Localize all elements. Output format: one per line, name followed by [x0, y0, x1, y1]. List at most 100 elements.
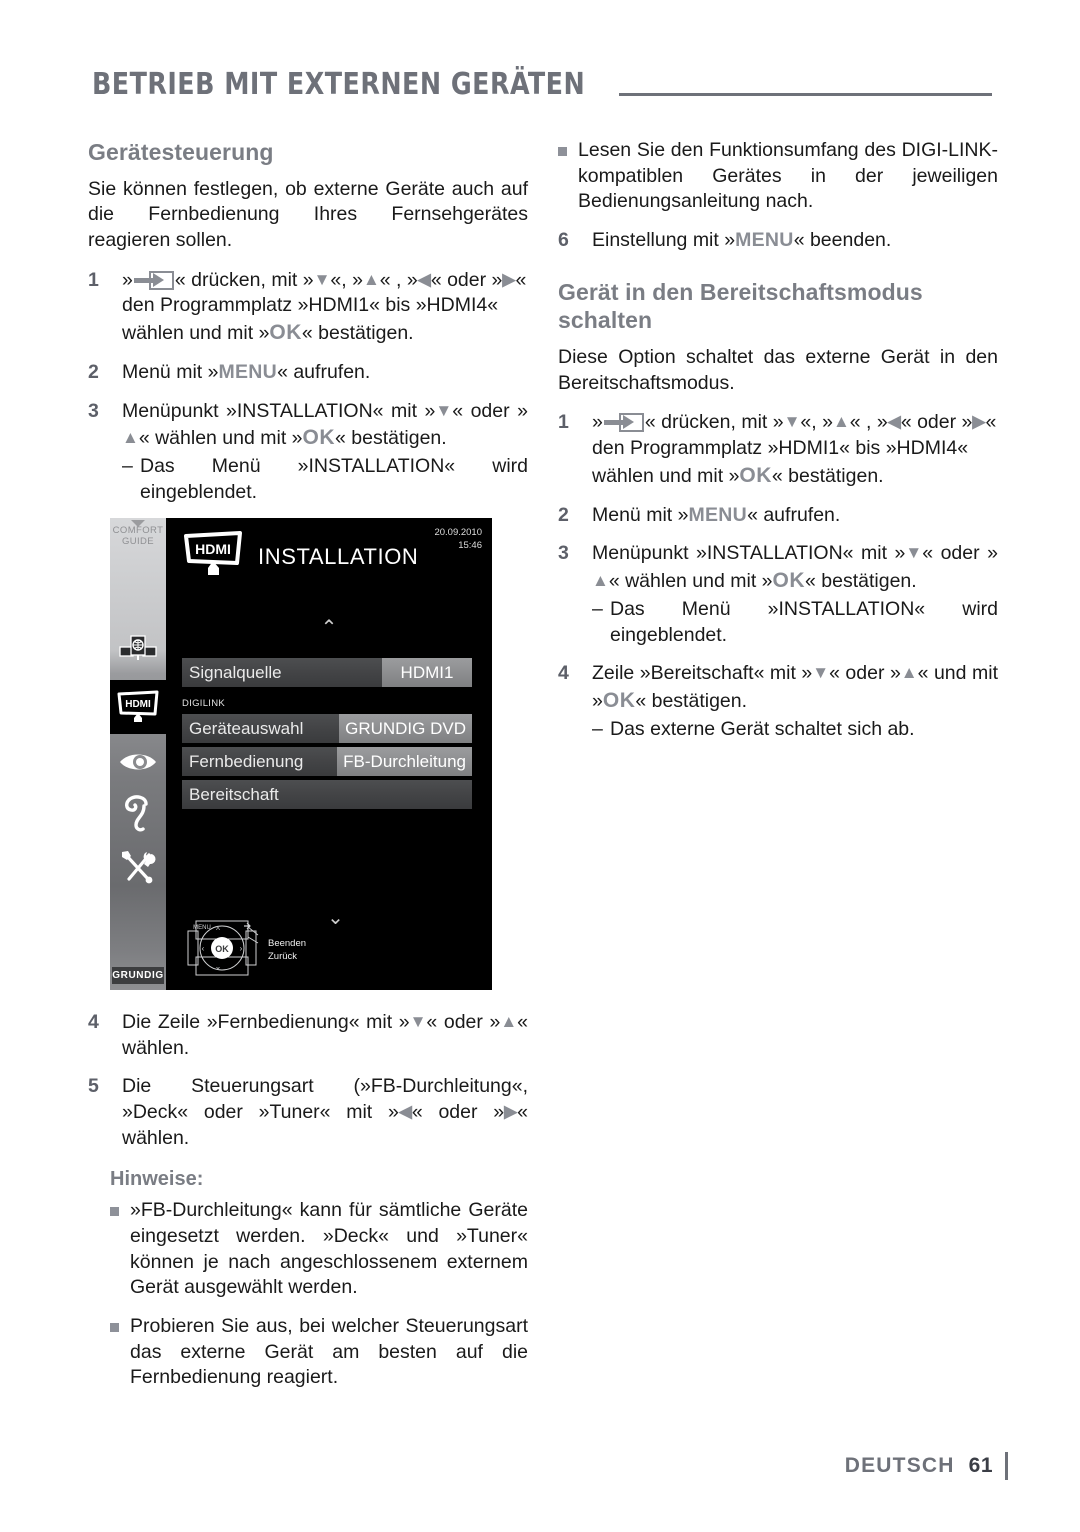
step-body: Die Zeile »Fernbedienung« mit »▼« oder »…: [122, 1010, 528, 1061]
step-text: Zeile »Bereitschaft« mit »: [592, 662, 813, 685]
page-header: BETRIEB MIT EXTERNEN GERÄTEN: [92, 52, 992, 102]
tv-menu-screenshot: COMFORT GUIDE HDMI GRUNDIG 20.09.2010 15…: [110, 518, 492, 990]
step-line2: den Programmplatz »HDMI1« bis »HDMI4«: [592, 437, 969, 460]
step-4: 4 Die Zeile »Fernbedienung« mit »▼« oder…: [88, 1010, 528, 1061]
left-column: Gerätesteuerung Sie können festlegen, ob…: [88, 138, 528, 519]
chevron-up-icon: ▲: [500, 1012, 518, 1031]
chapter-title: BETRIEB MIT EXTERNEN GERÄTEN: [92, 67, 586, 102]
chevron-up-icon: ▲: [122, 428, 139, 448]
bullet-square-icon: [110, 1314, 130, 1391]
tv-menu-title-row: HDMI INSTALLATION: [182, 530, 418, 583]
chevron-right-icon: ▶: [504, 1102, 518, 1122]
step-5: 5 Die Steuerungsart (»FB-Durchleitung«, …: [88, 1074, 528, 1151]
source-network-icon[interactable]: [110, 626, 166, 672]
step-number: 6: [558, 229, 569, 252]
comfort-guide-line1: COMFORT: [112, 525, 164, 536]
dash-marker: –: [592, 597, 603, 620]
step-body: Einstellung mit »MENU« beenden.: [592, 228, 998, 254]
tv-row-label: Bereitschaft: [182, 780, 472, 809]
step-3: 3 Menüpunkt »INSTALLATION« mit »▼« oder …: [88, 399, 528, 506]
step-text: Menü mit »: [592, 503, 689, 526]
step-number: 5: [88, 1075, 99, 1098]
grundig-logo: GRUNDIG: [112, 967, 164, 984]
chevron-down-icon: ▼: [905, 543, 923, 563]
left-column-continued: 4 Die Zeile »Fernbedienung« mit »▼« oder…: [88, 1010, 528, 1404]
step-4: 4 Zeile »Bereitschaft« mit »▼« oder »▲« …: [558, 661, 998, 742]
source-icon: [603, 413, 644, 433]
note-text: »FB-Durchleitung« kann für sämtliche Ger…: [130, 1199, 528, 1299]
svg-text:HDMI: HDMI: [125, 699, 151, 710]
step-number: 4: [88, 1011, 99, 1033]
step-line3: wählen und mit »OK« bestätigen.: [592, 462, 998, 490]
step-sub-item: – Das Menü »INSTALLATION« wird eingeblen…: [122, 454, 528, 505]
tv-date: 20.09.2010: [434, 527, 482, 538]
step-text: « bestätigen.: [635, 690, 748, 713]
tools-icon[interactable]: [110, 844, 166, 890]
section-heading-bereitschaftsmodus: Gerät in den Bereitschaftsmodus schalten: [558, 278, 923, 334]
chevron-right-icon: ▶: [972, 412, 986, 432]
notes-heading: Hinweise:: [110, 1167, 204, 1190]
note-text: Lesen Sie den Funktionsumfang des DIGI-L…: [578, 139, 998, 213]
svg-text:MENU: MENU: [193, 925, 211, 931]
tv-nav-hint-labels: Beenden Zurück: [268, 938, 306, 964]
step-body: Die Steuerungsart (»FB-Durchleitung«, »D…: [122, 1074, 528, 1151]
step-text: wählen und mit »: [122, 322, 270, 345]
sub-item-text: Das externe Gerät schaltet sich ab.: [610, 717, 915, 740]
step-text: Menüpunkt »INSTALLATION« mit »: [592, 542, 906, 565]
step-line3: wählen und mit »OK« bestätigen.: [122, 319, 528, 347]
step-6: 6 Einstellung mit »MENU« beenden.: [558, 228, 998, 254]
note-item: »FB-Durchleitung« kann für sämtliche Ger…: [110, 1198, 528, 1301]
step-text: «: [985, 411, 997, 434]
step-text: «: [515, 268, 527, 291]
step-text: « oder »: [430, 268, 503, 291]
tv-row-value: HDMI1: [382, 658, 472, 687]
step-text: Die Zeile »Fernbedienung« mit »: [122, 1011, 410, 1033]
step-body: Menüpunkt »INSTALLATION« mit »▼« oder » ▲…: [592, 541, 998, 648]
tv-row-signalquelle[interactable]: Signalquelle HDMI1: [182, 658, 472, 687]
note-text: Probieren Sie aus, bei welcher Steuerung…: [130, 1315, 528, 1389]
svg-text:HDMI: HDMI: [195, 541, 231, 557]
footer-page-number: 61: [968, 1454, 993, 1477]
step-text: « , »: [849, 411, 888, 434]
chevron-left-icon: ◀: [417, 269, 431, 289]
tv-time: 15:46: [458, 540, 482, 552]
step-body: » « drücken, mit »▼«, »▲« , »◀« oder »▶ « …: [592, 410, 998, 489]
comfort-guide-label: COMFORT GUIDE: [110, 525, 166, 548]
step-text: « bestätigen.: [301, 322, 414, 345]
hint-beenden: Beenden: [268, 937, 307, 949]
step-2: 2 Menü mit »MENU« aufrufen.: [558, 503, 998, 529]
right-column: Lesen Sie den Funktionsumfang des DIGI-L…: [558, 138, 998, 756]
step-text: « oder »: [900, 411, 973, 434]
tv-row-geraeteauswahl[interactable]: Geräteauswahl GRUNDIG DVD: [182, 714, 472, 743]
step-number: 3: [88, 399, 99, 422]
scroll-up-caret-icon[interactable]: ⌃: [321, 618, 338, 638]
eye-icon[interactable]: [110, 742, 166, 782]
tv-datetime: 20.09.2010 15:46: [434, 526, 482, 553]
section-heading-geraetesteuerung: Gerätesteuerung: [88, 139, 274, 165]
tv-menu-main: 20.09.2010 15:46 HDMI INSTALLATION ⌃ Sig…: [166, 518, 492, 990]
tv-row-value: GRUNDIG DVD: [339, 714, 472, 743]
tv-row-bereitschaft[interactable]: Bereitschaft: [182, 780, 472, 809]
intro-paragraph: Diese Option schaltet das externe Gerät …: [558, 345, 998, 394]
step-text: »: [592, 411, 603, 434]
tv-row-fernbedienung[interactable]: Fernbedienung FB-Durchleitung: [182, 747, 472, 776]
ear-icon[interactable]: [110, 790, 166, 836]
step-text: « oder »: [426, 1011, 501, 1033]
note-item-digilink: Lesen Sie den Funktionsumfang des DIGI-L…: [558, 138, 998, 215]
step-text: Einstellung mit »: [592, 229, 736, 252]
scroll-down-caret-icon[interactable]: ⌄: [327, 908, 344, 928]
chevron-right-icon: ▶: [502, 269, 516, 289]
step-2: 2 Menü mit »MENU« aufrufen.: [88, 360, 528, 386]
hdmi-icon[interactable]: HDMI: [110, 680, 166, 734]
step-number: 4: [558, 662, 569, 685]
step-number: 2: [88, 360, 99, 383]
step-body: » « drücken, mit »▼«, »▲« , »◀« oder »▶ « …: [122, 268, 528, 347]
ok-key-label: OK: [772, 569, 806, 593]
chevron-down-icon: ▼: [783, 412, 801, 432]
step-text: « oder »: [829, 662, 901, 685]
tv-row-label: Signalquelle: [182, 658, 382, 687]
chevron-up-icon: ▲: [900, 663, 918, 683]
chevron-down-icon: ▼: [409, 1012, 427, 1031]
svg-text:‹: ‹: [202, 944, 205, 953]
footer-language: DEUTSCH: [844, 1454, 955, 1477]
